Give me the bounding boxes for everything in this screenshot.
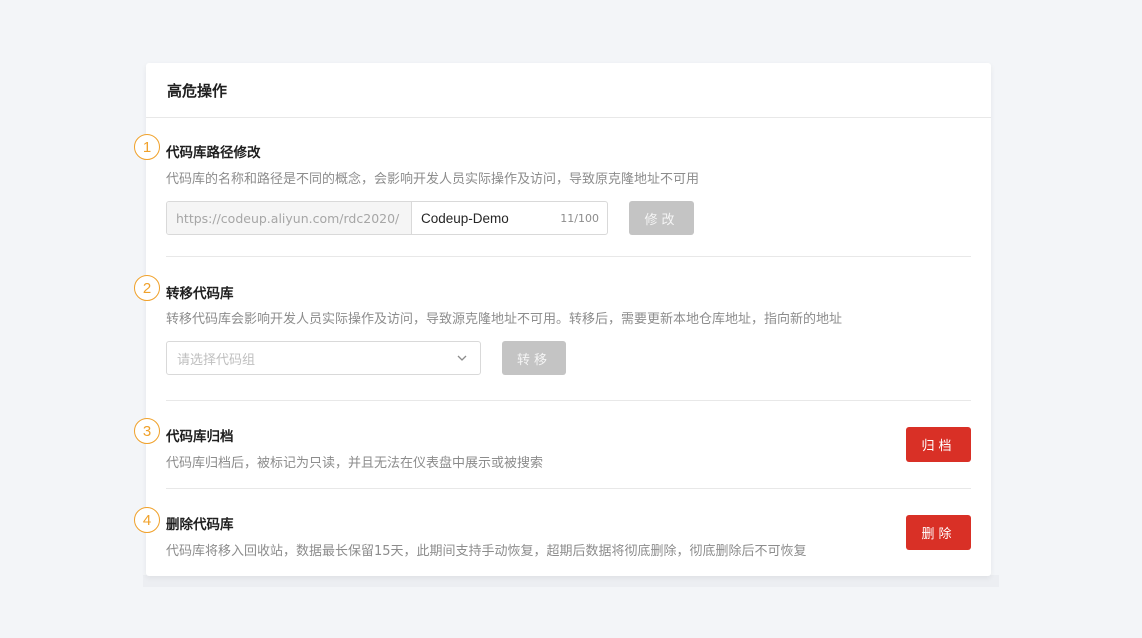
select-placeholder: 请选择代码组 [177, 352, 256, 368]
section-description: 转移代码库会影响开发人员实际操作及访问，导致源克隆地址不可用。转移后，需要更新本… [166, 312, 843, 327]
section-description: 代码库将移入回收站，数据最长保留15天，此期间支持手动恢复，超期后数据将彻底删除… [166, 544, 807, 559]
archive-button[interactable]: 归档 [906, 427, 971, 462]
modify-button[interactable]: 修改 [629, 201, 694, 235]
section-transfer: 转移代码库 转移代码库会影响开发人员实际操作及访问，导致源克隆地址不可用。转移后… [146, 257, 991, 401]
url-prefix: https://codeup.aliyun.com/rdc2020/ [167, 202, 412, 234]
section-description: 代码库的名称和路径是不同的概念，会影响开发人员实际操作及访问，导致原克隆地址不可… [166, 172, 700, 187]
delete-button[interactable]: 删除 [906, 515, 971, 550]
section-path-change: 代码库路径修改 代码库的名称和路径是不同的概念，会影响开发人员实际操作及访问，导… [146, 117, 991, 257]
section-title: 删除代码库 [166, 517, 234, 533]
path-input[interactable] [421, 210, 531, 226]
section-title: 转移代码库 [166, 286, 234, 302]
chevron-down-icon [457, 355, 467, 361]
section-title: 代码库路径修改 [166, 145, 261, 161]
danger-operations-panel: 高危操作 代码库路径修改 代码库的名称和路径是不同的概念，会影响开发人员实际操作… [146, 63, 991, 576]
annotation-marker-3: 3 [134, 418, 160, 444]
annotation-marker-1: 1 [134, 134, 160, 160]
annotation-marker-4: 4 [134, 507, 160, 533]
code-group-select[interactable]: 请选择代码组 [166, 341, 481, 375]
section-delete: 删除代码库 代码库将移入回收站，数据最长保留15天，此期间支持手动恢复，超期后数… [146, 489, 991, 576]
section-description: 代码库归档后，被标记为只读，并且无法在仪表盘中展示或被搜索 [166, 456, 544, 471]
path-input-wrapper: 11/100 [412, 202, 607, 234]
repo-path-field: https://codeup.aliyun.com/rdc2020/ 11/10… [166, 201, 608, 235]
section-archive: 代码库归档 代码库归档后，被标记为只读，并且无法在仪表盘中展示或被搜索 归档 [146, 401, 991, 489]
card-bottom-strip [143, 575, 999, 587]
section-title: 代码库归档 [166, 429, 234, 445]
annotation-marker-2: 2 [134, 275, 160, 301]
panel-title: 高危操作 [146, 63, 991, 118]
char-counter: 11/100 [560, 211, 599, 225]
transfer-button[interactable]: 转移 [502, 341, 566, 375]
